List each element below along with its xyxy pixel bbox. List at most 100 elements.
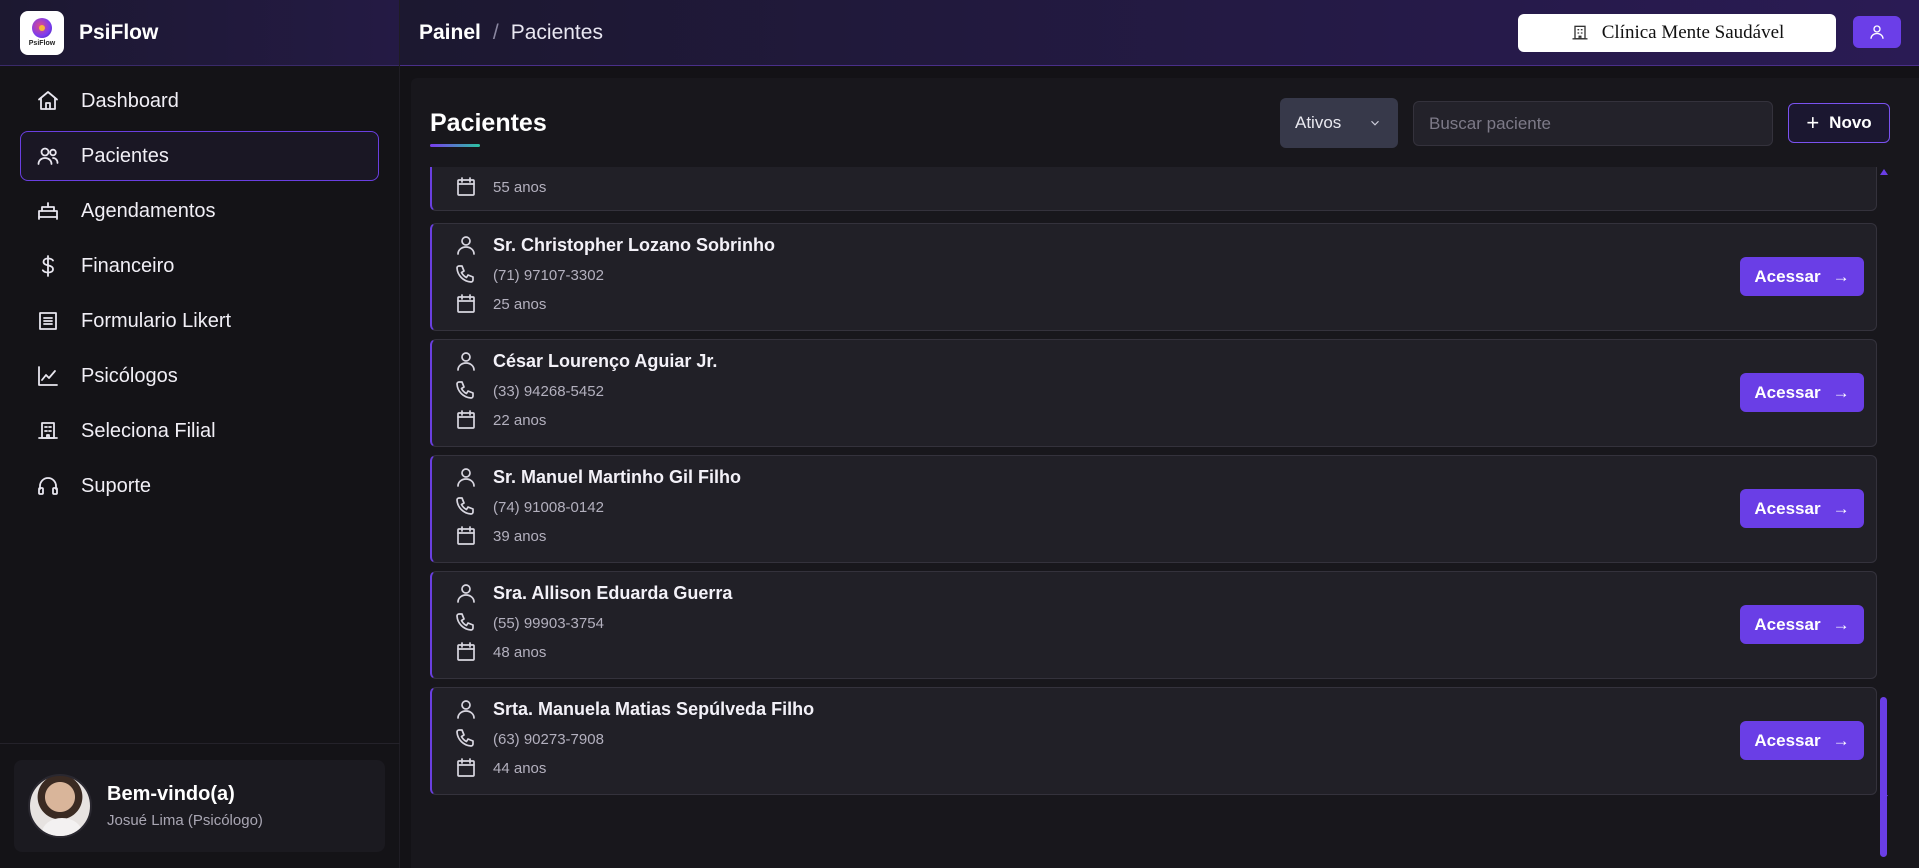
patient-name: César Lourenço Aguiar Jr. <box>493 350 718 371</box>
age-row: 48 anos <box>454 640 546 664</box>
logo-text: PsiFlow <box>28 40 56 47</box>
scroll-down-arrow-icon[interactable] <box>1880 795 1888 801</box>
sidebar-nav: Dashboard Pacientes Agendamentos Finance… <box>0 76 399 511</box>
patient-age: 39 anos <box>493 527 547 545</box>
user-icon <box>1870 25 1884 39</box>
sidebar-item-formulario-likert[interactable]: Formulario Likert <box>20 296 379 346</box>
headphones-icon <box>35 473 61 499</box>
clinic-selector[interactable]: Clínica Mente Saudável <box>1518 14 1836 52</box>
patient-age: 48 anos <box>493 643 547 661</box>
user-role: Josué Lima (Psicólogo) <box>107 812 263 829</box>
patient-card: Sra. Allison Eduarda Guerra (55) 99903-3… <box>430 571 1877 679</box>
name-row: Sra. Allison Eduarda Guerra <box>454 581 732 605</box>
dollar-icon <box>35 253 61 279</box>
patient-age: 55 anos <box>493 178 547 196</box>
patient-phone: (33) 94268-5452 <box>493 382 604 400</box>
sidebar-item-pacientes[interactable]: Pacientes <box>20 131 379 181</box>
calendar-icon <box>457 526 475 545</box>
phone-row: (63) 90273-7908 <box>454 727 604 751</box>
sidebar-item-agendamentos[interactable]: Agendamentos <box>20 186 379 236</box>
patient-age: 22 anos <box>493 411 547 429</box>
phone-row: (71) 97107-3302 <box>454 263 604 287</box>
sidebar-item-suporte[interactable]: Suporte <box>20 461 379 511</box>
patient-name: Sra. Allison Eduarda Guerra <box>493 582 733 603</box>
patient-phone: (71) 97107-3302 <box>493 266 604 284</box>
scrollbar-thumb[interactable] <box>1880 697 1887 857</box>
sidebar-item-label: Formulario Likert <box>81 309 232 332</box>
patient-age: 25 anos <box>493 295 547 313</box>
breadcrumb-root[interactable]: Painel <box>419 21 481 45</box>
sidebar-item-psicologos[interactable]: Psicólogos <box>20 351 379 401</box>
patient-card: 55 anos <box>430 167 1877 211</box>
scroll-up-arrow-icon[interactable] <box>1880 169 1888 175</box>
user-welcome-card[interactable]: Bem-vindo(a) Josué Lima (Psicólogo) <box>14 760 385 852</box>
phone-icon <box>456 729 474 747</box>
access-label: Acessar <box>1754 730 1821 750</box>
status-filter-value: Ativos <box>1295 113 1342 132</box>
clinic-name: Clínica Mente Saudável <box>1601 22 1785 43</box>
brand[interactable]: PsiFlow PsiFlow <box>0 0 399 66</box>
new-patient-label: Novo <box>1829 113 1872 132</box>
patient-card: César Lourenço Aguiar Jr. (33) 94268-545… <box>430 339 1877 447</box>
patient-card: Sr. Manuel Martinho Gil Filho (74) 91008… <box>430 455 1877 563</box>
patient-name: Sr. Christopher Lozano Sobrinho <box>493 234 776 255</box>
access-button[interactable]: Acessar → <box>1740 605 1864 644</box>
user-icon <box>457 700 475 719</box>
sidebar-item-label: Psicólogos <box>81 364 178 387</box>
access-button[interactable]: Acessar → <box>1740 489 1864 528</box>
age-row: 39 anos <box>454 524 546 548</box>
age-row: 55 anos <box>454 175 546 199</box>
sidebar-item-dashboard[interactable]: Dashboard <box>20 76 379 126</box>
phone-icon <box>456 613 474 631</box>
welcome-text: Bem-vindo(a) Josué Lima (Psicólogo) <box>107 783 263 829</box>
phone-icon <box>456 265 474 283</box>
search-input[interactable] <box>1413 101 1773 146</box>
sidebar-divider <box>0 743 400 744</box>
building-icon <box>35 418 61 444</box>
patient-phone: (63) 90273-7908 <box>493 730 604 748</box>
arrow-right-icon: → <box>1832 614 1850 634</box>
form-list-icon <box>35 308 61 334</box>
access-button[interactable]: Acessar → <box>1740 721 1864 760</box>
list-scrollbar[interactable] <box>1879 167 1889 857</box>
access-button[interactable]: Acessar → <box>1740 373 1864 412</box>
phone-row: (55) 99903-3754 <box>454 611 604 635</box>
sidebar-item-label: Financeiro <box>81 254 175 277</box>
page-title: Pacientes <box>430 109 547 137</box>
name-row: César Lourenço Aguiar Jr. <box>454 349 717 373</box>
access-button[interactable]: Acessar → <box>1740 257 1864 296</box>
users-icon <box>35 143 61 169</box>
patient-age: 44 anos <box>493 759 547 777</box>
calendar-icon <box>457 758 475 777</box>
access-label: Acessar <box>1754 498 1821 518</box>
user-icon <box>457 584 475 603</box>
arrow-right-icon: → <box>1832 382 1850 402</box>
arrow-right-icon: → <box>1832 266 1850 286</box>
app-logo: PsiFlow <box>20 10 64 55</box>
sidebar-item-label: Agendamentos <box>81 199 216 222</box>
avatar <box>28 774 92 838</box>
user-icon <box>457 236 475 255</box>
new-patient-button[interactable]: + Novo <box>1788 103 1890 143</box>
age-row: 25 anos <box>454 292 546 316</box>
title-underline <box>430 144 480 147</box>
logo-orb-icon <box>32 18 52 38</box>
arrow-right-icon: → <box>1832 730 1850 750</box>
name-row: Srta. Manuela Matias Sepúlveda Filho <box>454 697 814 721</box>
patient-phone: (55) 99903-3754 <box>493 614 604 632</box>
chevron-down-icon <box>1371 120 1379 126</box>
patient-name: Sr. Manuel Martinho Gil Filho <box>493 466 742 487</box>
calendar-couch-icon <box>35 198 61 224</box>
phone-row: (33) 94268-5452 <box>454 379 604 403</box>
sidebar-item-seleciona-filial[interactable]: Seleciona Filial <box>20 406 379 456</box>
access-label: Acessar <box>1754 614 1821 634</box>
plus-icon: + <box>1806 110 1820 135</box>
patient-card: Sr. Christopher Lozano Sobrinho (71) 971… <box>430 223 1877 331</box>
access-label: Acessar <box>1754 266 1821 286</box>
age-row: 44 anos <box>454 756 546 780</box>
status-filter-select[interactable]: Ativos <box>1280 98 1398 148</box>
patient-list[interactable]: 55 anos Sr. Christopher Lozano Sobrinho … <box>430 167 1890 803</box>
sidebar-item-financeiro[interactable]: Financeiro <box>20 241 379 291</box>
calendar-icon <box>457 410 475 429</box>
user-menu-button[interactable] <box>1853 16 1901 48</box>
